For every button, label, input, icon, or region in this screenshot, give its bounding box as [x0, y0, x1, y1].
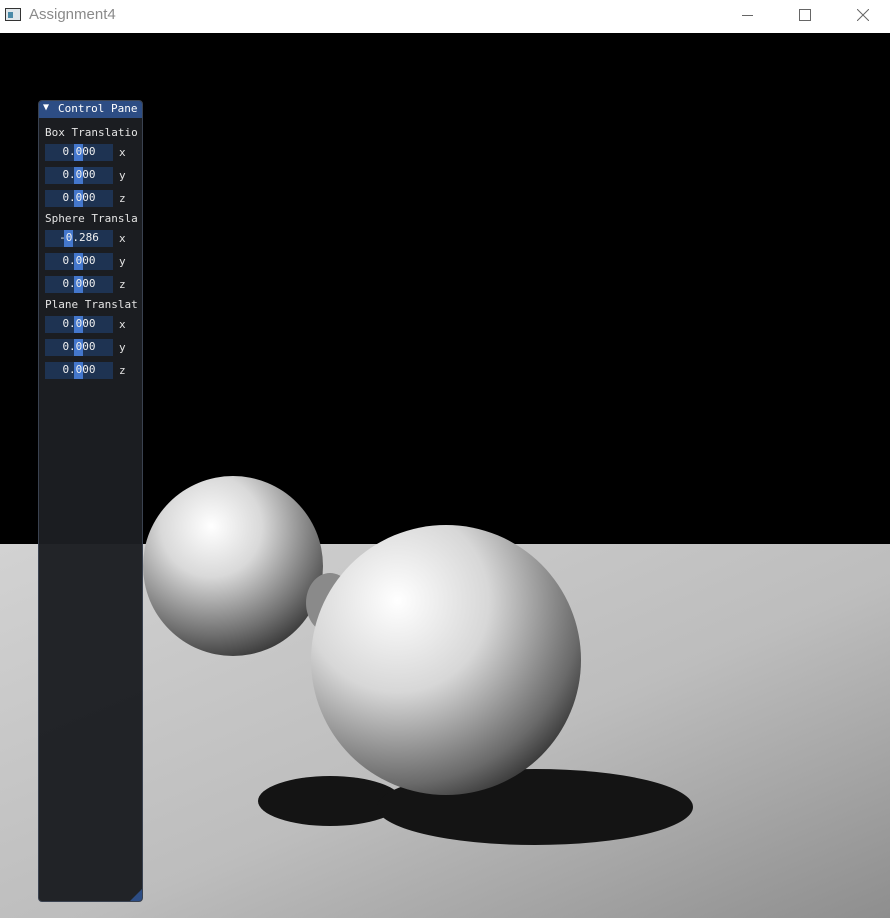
window-title: Assignment4	[29, 6, 116, 23]
minimize-button[interactable]	[718, 0, 776, 30]
field-value: 0.000	[62, 317, 96, 330]
axis-label: x	[119, 232, 126, 245]
axis-label: y	[119, 255, 126, 268]
field-value: 0.000	[62, 277, 96, 290]
axis-label: z	[119, 278, 126, 291]
drag-float-input[interactable]: 0.000	[45, 339, 113, 356]
axis-label: x	[119, 146, 126, 159]
collapse-arrow-icon[interactable]: ▼	[43, 102, 49, 113]
close-icon	[857, 9, 869, 21]
resize-grip-icon[interactable]	[130, 889, 142, 901]
drag-float-input[interactable]: 0.000	[45, 276, 113, 293]
drag-float-input[interactable]: 0.000	[45, 190, 113, 207]
drag-float-input[interactable]: 0.000	[45, 316, 113, 333]
close-button[interactable]	[834, 0, 890, 30]
drag-float-input[interactable]: 0.000	[45, 362, 113, 379]
control-panel[interactable]: ▼ Control Pane Box Translatio 0.000 x 0.000…	[38, 100, 143, 902]
section-label: Box Translatio	[45, 126, 138, 139]
field-value: 0.000	[62, 340, 96, 353]
axis-label: y	[119, 169, 126, 182]
drag-float-input[interactable]: 0.000	[45, 253, 113, 270]
field-value: 0.000	[62, 254, 96, 267]
maximize-icon	[799, 9, 811, 21]
field-value: 0.000	[62, 168, 96, 181]
axis-label: x	[119, 318, 126, 331]
section-label: Plane Translat	[45, 298, 138, 311]
drag-float-input[interactable]: 0.000	[45, 167, 113, 184]
right-sphere	[311, 525, 581, 795]
title-bar: Assignment4	[0, 0, 890, 33]
field-value: 0.000	[62, 363, 96, 376]
maximize-button[interactable]	[776, 0, 834, 30]
axis-label: z	[119, 192, 126, 205]
panel-title: Control Pane	[58, 102, 138, 115]
left-sphere	[143, 476, 323, 656]
axis-label: y	[119, 341, 126, 354]
axis-label: z	[119, 364, 126, 377]
section-label: Sphere Transla	[45, 212, 138, 225]
field-value: -0.286	[59, 231, 99, 244]
drag-float-input[interactable]: 0.000	[45, 144, 113, 161]
field-value: 0.000	[62, 145, 96, 158]
render-viewport[interactable]: ▼ Control Pane Box Translatio 0.000 x 0.000…	[0, 33, 890, 918]
field-value: 0.000	[62, 191, 96, 204]
app-icon	[5, 8, 21, 21]
minimize-icon	[741, 15, 753, 16]
drag-float-input[interactable]: -0.286	[45, 230, 113, 247]
panel-header[interactable]: ▼ Control Pane	[39, 101, 142, 118]
